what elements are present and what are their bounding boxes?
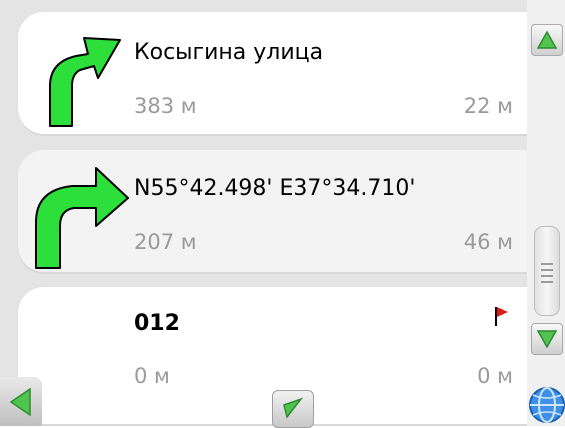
triangle-left-icon — [9, 387, 31, 417]
list-item[interactable]: N55°42.498' E37°34.710' 207 м 46 м — [18, 150, 527, 274]
triangle-down-icon — [536, 330, 558, 349]
scroll-thumb[interactable] — [534, 226, 560, 316]
destination-flag-icon — [495, 307, 508, 326]
grip-line — [541, 263, 553, 265]
scroll-up-button[interactable] — [531, 24, 563, 56]
list-item[interactable]: Косыгина улица 383 м 22 м — [18, 12, 527, 136]
checkmark-triangle-icon — [283, 397, 304, 419]
grip-line — [541, 269, 553, 271]
item-title: Косыгина улица — [134, 40, 324, 65]
screen: Косыгина улица 383 м 22 м N55°42.498' E3… — [0, 0, 565, 428]
globe-icon[interactable] — [525, 383, 565, 426]
item-title: N55°42.498' E37°34.710' — [134, 176, 416, 201]
item-time: 22 м — [463, 94, 513, 118]
scrollbar[interactable] — [527, 0, 565, 426]
item-distance: 383 м — [134, 94, 197, 118]
route-list: Косыгина улица 383 м 22 м N55°42.498' E3… — [0, 0, 527, 426]
item-time: 0 м — [477, 364, 513, 388]
item-distance: 207 м — [134, 230, 197, 254]
item-title: 012 — [134, 311, 180, 336]
item-distance: 0 м — [134, 364, 170, 388]
scroll-down-button[interactable] — [531, 323, 563, 355]
item-time: 46 м — [463, 230, 513, 254]
turn-right-arrow-icon — [35, 167, 129, 269]
options-button[interactable] — [272, 390, 314, 428]
grip-line — [541, 275, 553, 277]
grip-line — [541, 281, 553, 283]
triangle-up-icon — [536, 30, 558, 49]
back-button[interactable] — [0, 377, 42, 426]
turn-right-arrow-icon — [49, 37, 121, 127]
